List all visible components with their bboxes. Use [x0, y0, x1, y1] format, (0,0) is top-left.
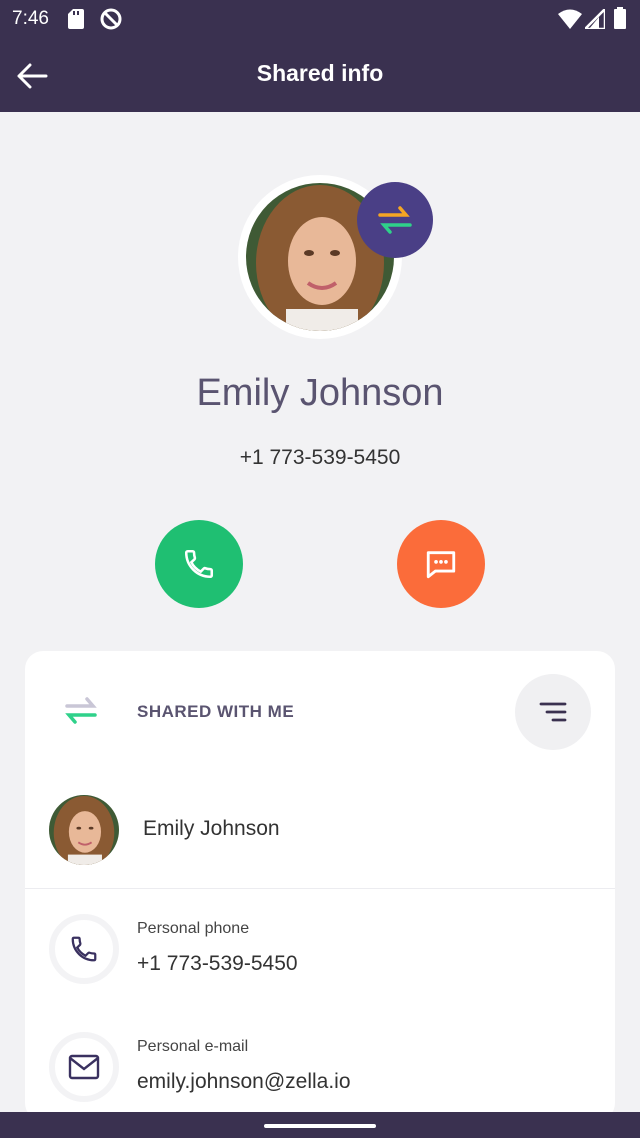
phone-icon [71, 936, 97, 962]
mail-icon [68, 1054, 100, 1080]
call-button[interactable] [155, 520, 243, 608]
share-swap-icon [65, 697, 97, 724]
field-personal-phone[interactable]: Personal phone +1 773-539-5450 [25, 910, 615, 1010]
field-label: Personal phone [137, 920, 250, 937]
contact-name: Emily Johnson [196, 372, 444, 414]
field-icon-circle [49, 1032, 119, 1102]
avatar [49, 795, 119, 865]
phone-icon [184, 549, 214, 579]
share-badge [357, 182, 433, 258]
chat-icon [426, 551, 456, 579]
owner-row[interactable]: Emily Johnson [25, 781, 615, 889]
field-value: +1 773-539-5450 [137, 952, 298, 975]
app-bar: Shared info [0, 38, 640, 112]
filter-button[interactable] [515, 674, 591, 750]
message-button[interactable] [397, 520, 485, 608]
divider [25, 888, 615, 889]
field-label: Personal e-mail [137, 1038, 249, 1055]
sd-card-icon [68, 9, 84, 29]
battery-icon [614, 7, 626, 29]
owner-name: Emily Johnson [143, 817, 280, 840]
sort-filter-icon [539, 702, 567, 722]
do-not-disturb-icon [100, 8, 122, 30]
wifi-icon [558, 9, 582, 29]
navigation-bar [0, 1112, 640, 1138]
page-title: Shared info [256, 60, 384, 86]
signal-icon [585, 9, 605, 29]
status-time: 7:46 [12, 8, 49, 29]
field-value: emily.johnson@zella.io [137, 1070, 351, 1093]
home-indicator[interactable] [264, 1124, 376, 1128]
field-personal-email[interactable]: Personal e-mail emily.johnson@zella.io [25, 1028, 615, 1121]
share-swap-icon [378, 206, 412, 234]
section-title: SHARED WITH ME [137, 702, 295, 721]
shared-info-card: SHARED WITH ME Emily Johnson Personal ph… [25, 651, 615, 1121]
status-bar: 7:46 [0, 0, 640, 38]
field-icon-circle [49, 914, 119, 984]
contact-phone: +1 773-539-5450 [239, 446, 401, 469]
